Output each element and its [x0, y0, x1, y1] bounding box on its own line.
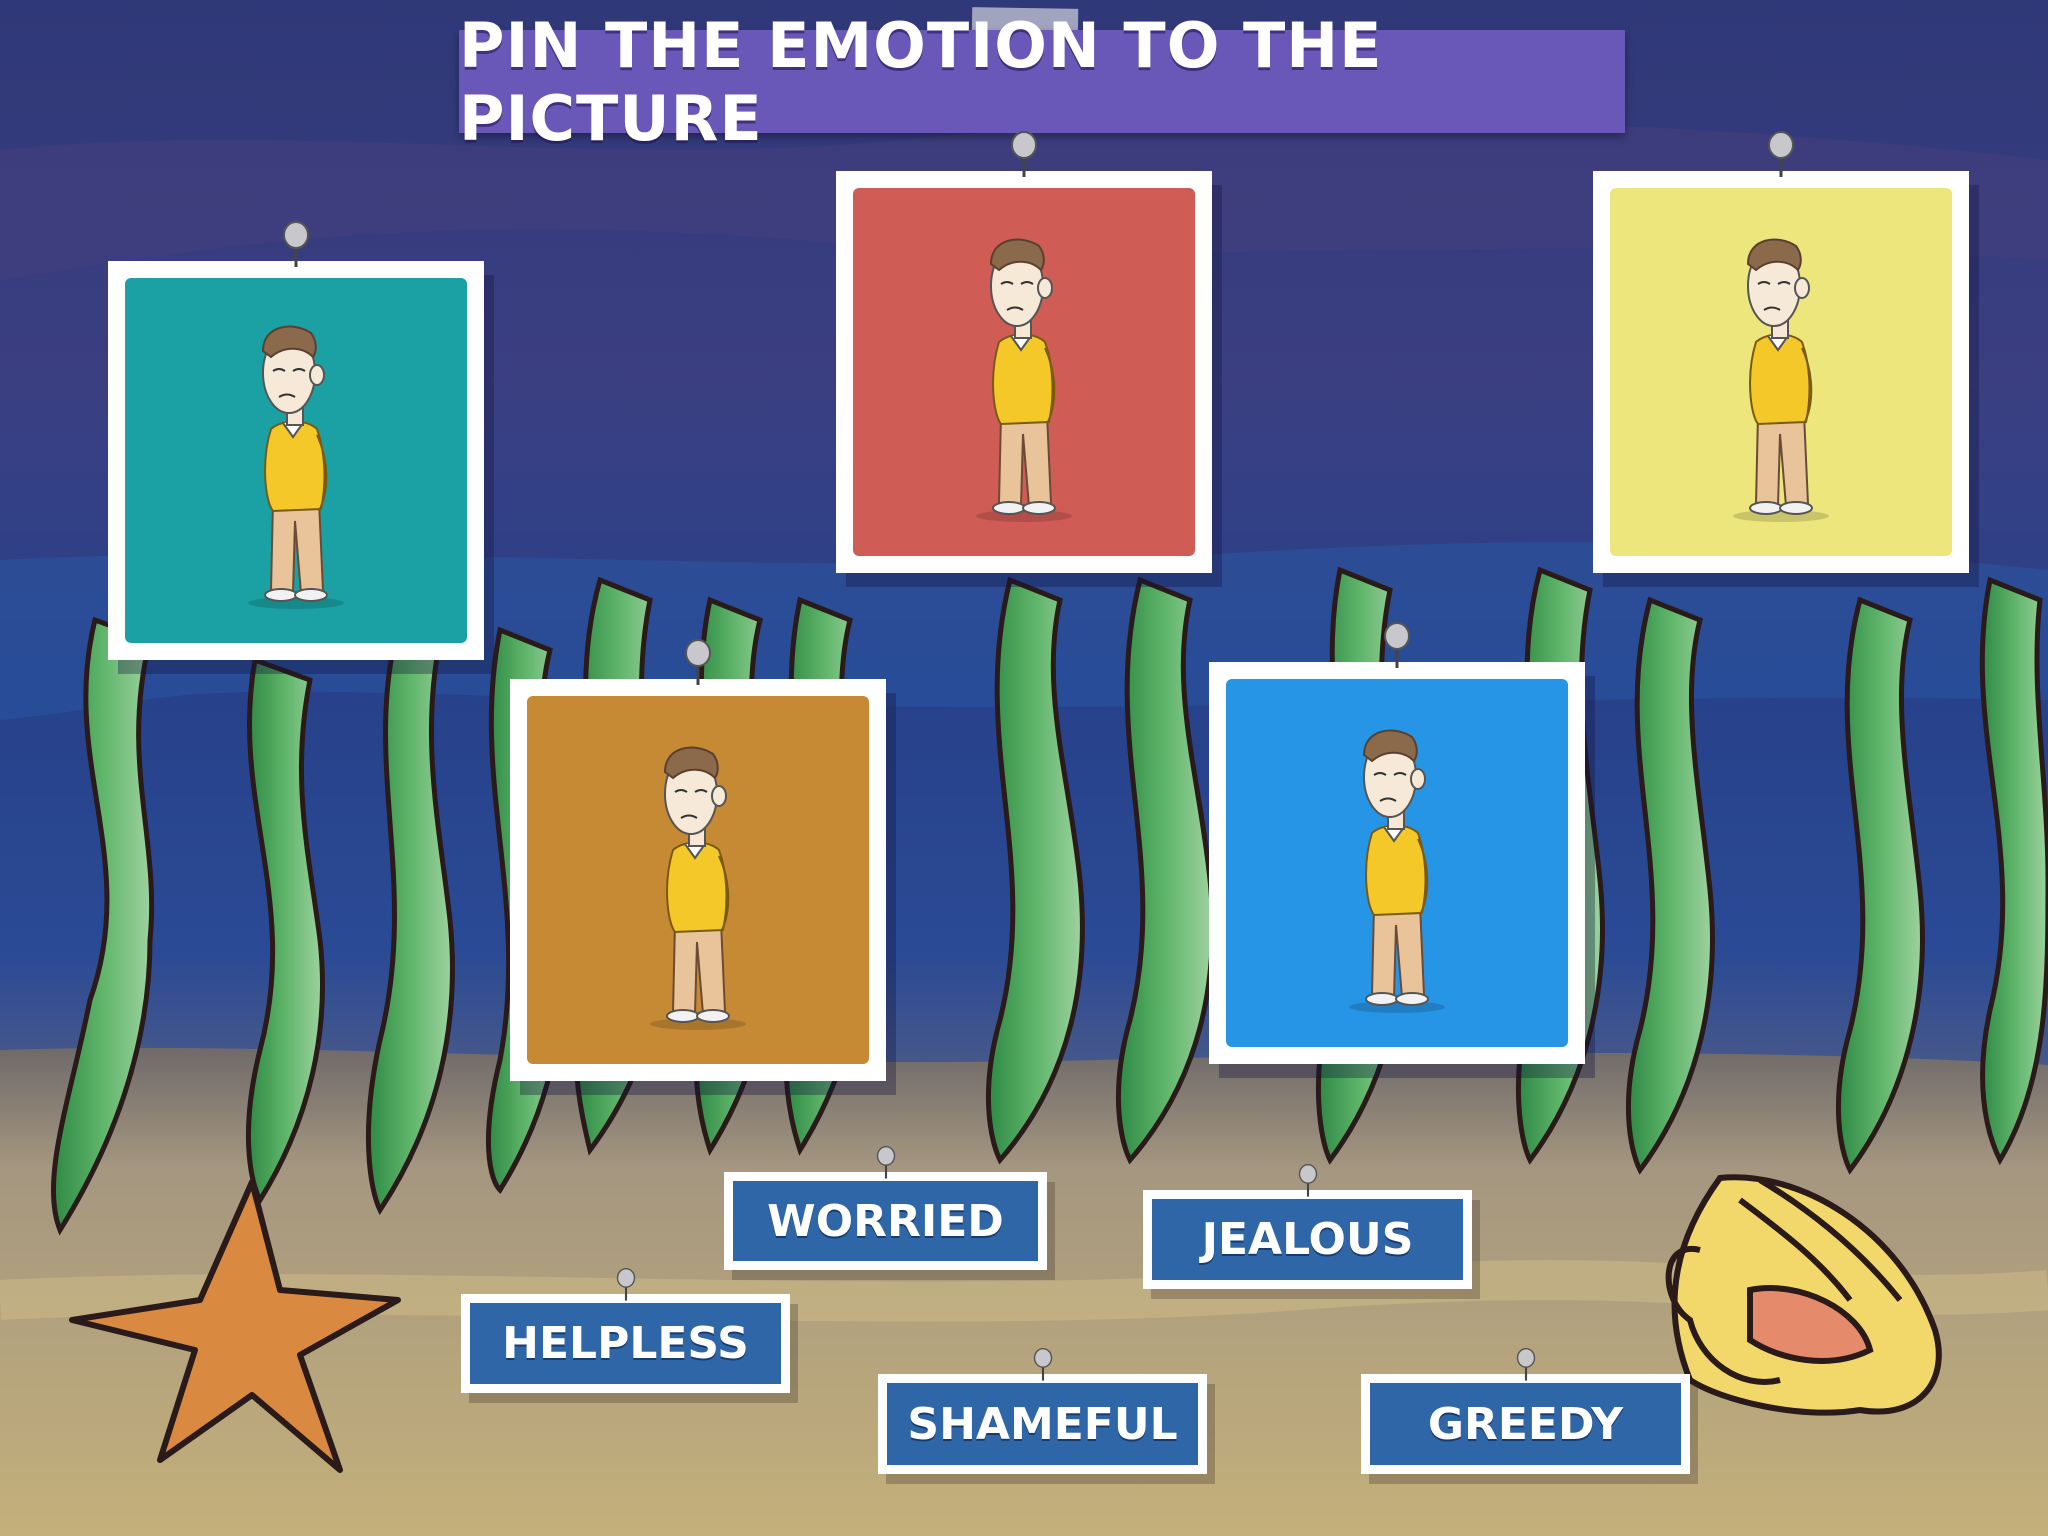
- picture-background: [125, 278, 467, 643]
- picture-card-orange[interactable]: [510, 639, 886, 1081]
- picture-background: [853, 188, 1195, 556]
- emotion-label-jealous[interactable]: JEALOUS: [1143, 1164, 1472, 1289]
- boy-illustration: [650, 746, 746, 1030]
- picture-background: [1610, 188, 1952, 556]
- boy-illustration: [248, 325, 344, 609]
- boy-illustration: [1349, 729, 1445, 1013]
- pushpin-icon: [1033, 1348, 1052, 1381]
- emotion-label-shameful[interactable]: SHAMEFUL: [878, 1348, 1207, 1474]
- picture-background: [1226, 679, 1568, 1047]
- emotion-label-text: JEALOUS: [1152, 1199, 1463, 1280]
- pushpin-icon: [616, 1268, 635, 1301]
- emotion-label-greedy[interactable]: GREEDY: [1361, 1348, 1690, 1474]
- pushpin-icon: [283, 221, 309, 267]
- picture-card-yellow[interactable]: [1593, 131, 1969, 573]
- pushpin-icon: [685, 639, 711, 685]
- emotion-label-text: GREEDY: [1370, 1383, 1681, 1465]
- emotion-label-text: WORRIED: [733, 1181, 1038, 1261]
- picture-card-red[interactable]: [836, 131, 1212, 573]
- pushpin-icon: [1384, 622, 1410, 668]
- picture-card-blue[interactable]: [1209, 622, 1585, 1064]
- pushpin-icon: [1768, 131, 1794, 177]
- emotion-label-helpless[interactable]: HELPLESS: [461, 1268, 790, 1393]
- emotion-label-text: HELPLESS: [470, 1303, 781, 1384]
- pushpin-icon: [876, 1146, 895, 1179]
- emotion-label-worried[interactable]: WORRIED: [724, 1146, 1047, 1270]
- pushpin-icon: [1298, 1164, 1317, 1197]
- emotion-label-text: SHAMEFUL: [887, 1383, 1198, 1465]
- picture-card-teal[interactable]: [108, 221, 484, 660]
- page-title: PIN THE EMOTION TO THE PICTURE: [459, 8, 1383, 155]
- pushpin-icon: [1516, 1348, 1535, 1381]
- picture-background: [527, 696, 869, 1064]
- boy-illustration: [976, 238, 1072, 522]
- boy-illustration: [1733, 238, 1829, 522]
- title-banner: PIN THE EMOTION TO THE PICTURE: [459, 9, 1625, 155]
- pushpin-icon: [1011, 131, 1037, 177]
